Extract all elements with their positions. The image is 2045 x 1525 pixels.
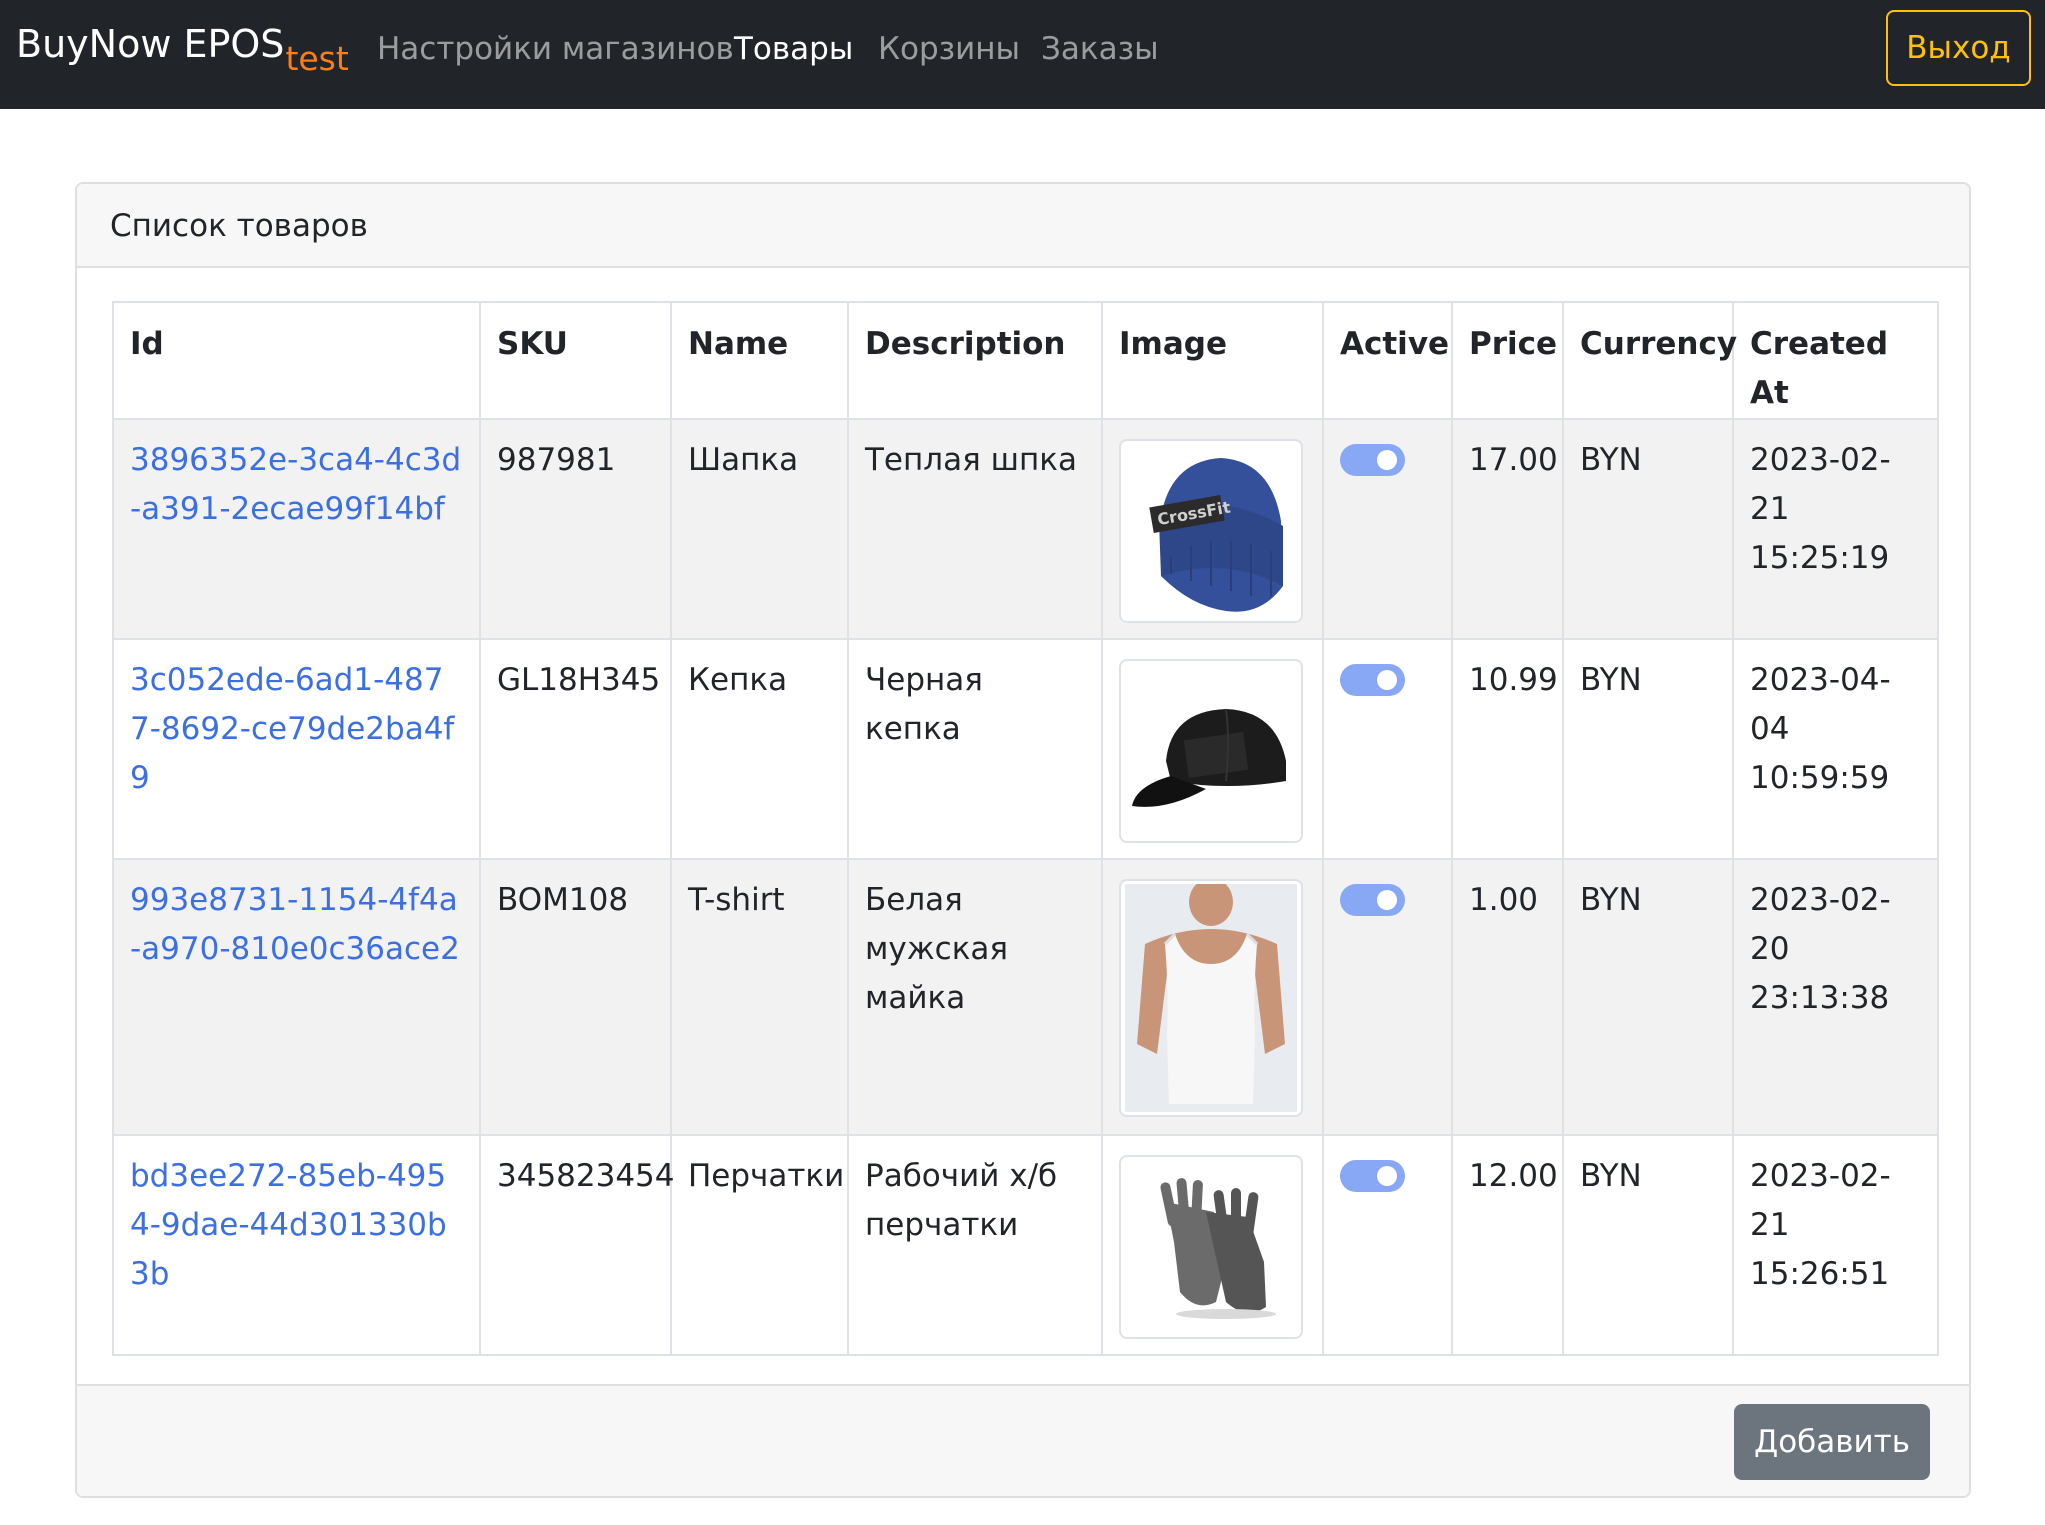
cell-created-at: 2023-02-21 15:25:19 — [1732, 418, 1939, 640]
column-header-created-at: Created At — [1732, 301, 1939, 420]
table-header-row: Id SKU Name Description Image Active Pri… — [112, 301, 1939, 420]
brand-name: BuyNow EPOS — [16, 22, 285, 66]
black-cap-image — [1119, 659, 1303, 843]
cell-id: bd3ee272-85eb-4954-9dae-44d301330b3b — [112, 1134, 481, 1356]
nav-link-carts[interactable]: Корзины — [878, 31, 1020, 67]
logout-button[interactable]: Выход — [1886, 10, 2031, 86]
cell-currency: BYN — [1562, 858, 1734, 1136]
cell-name: Кепка — [670, 638, 849, 860]
cell-active — [1322, 1134, 1453, 1356]
blue-beanie-image: CrossFit — [1119, 439, 1303, 623]
column-header-id: Id — [112, 301, 481, 420]
active-toggle[interactable] — [1340, 1160, 1405, 1192]
cell-sku: 987981 — [479, 418, 672, 640]
cell-created-at: 2023-02-20 23:13:38 — [1732, 858, 1939, 1136]
cell-name: T-shirt — [670, 858, 849, 1136]
card-header: Список товаров — [77, 184, 1969, 268]
products-table: Id SKU Name Description Image Active Pri… — [112, 301, 1939, 1356]
white-tank-top-image — [1119, 879, 1303, 1117]
cell-description: Теплая шпка — [847, 418, 1103, 640]
brand-logo[interactable]: BuyNow EPOStest — [16, 22, 349, 78]
nav-link-products[interactable]: Товары — [734, 31, 853, 67]
cell-currency: BYN — [1562, 418, 1734, 640]
active-toggle[interactable] — [1340, 884, 1405, 916]
product-id-link[interactable]: 993e8731-1154-4f4a-a970-810e0c36ace2 — [130, 876, 463, 974]
cell-name: Шапка — [670, 418, 849, 640]
cell-name: Перчатки — [670, 1134, 849, 1356]
cell-id: 3896352e-3ca4-4c3d-a391-2ecae99f14bf — [112, 418, 481, 640]
cell-active — [1322, 638, 1453, 860]
cell-created-at: 2023-02-21 15:26:51 — [1732, 1134, 1939, 1356]
active-toggle[interactable] — [1340, 444, 1405, 476]
cell-price: 12.00 — [1451, 1134, 1564, 1356]
cell-image — [1101, 638, 1324, 860]
cell-price: 10.99 — [1451, 638, 1564, 860]
column-header-sku: SKU — [479, 301, 672, 420]
brand-environment: test — [285, 39, 349, 78]
active-toggle[interactable] — [1340, 664, 1405, 696]
product-id-link[interactable]: bd3ee272-85eb-4954-9dae-44d301330b3b — [130, 1152, 463, 1299]
table-row: 3c052ede-6ad1-4877-8692-ce79de2ba4f9 GL1… — [112, 638, 1939, 860]
cell-id: 3c052ede-6ad1-4877-8692-ce79de2ba4f9 — [112, 638, 481, 860]
cell-created-at: 2023-04-04 10:59:59 — [1732, 638, 1939, 860]
product-id-link[interactable]: 3c052ede-6ad1-4877-8692-ce79de2ba4f9 — [130, 656, 463, 803]
products-card: Список товаров Id SKU Name Description I… — [75, 182, 1971, 1498]
table-row: 3896352e-3ca4-4c3d-a391-2ecae99f14bf 987… — [112, 418, 1939, 640]
nav-link-orders[interactable]: Заказы — [1041, 31, 1159, 67]
cell-id: 993e8731-1154-4f4a-a970-810e0c36ace2 — [112, 858, 481, 1136]
cell-description: Черная кепка — [847, 638, 1103, 860]
cell-sku: 345823454 — [479, 1134, 675, 1356]
cell-image — [1101, 1134, 1324, 1356]
work-gloves-image — [1119, 1155, 1303, 1339]
cell-active — [1322, 418, 1453, 640]
table-row: 993e8731-1154-4f4a-a970-810e0c36ace2 BOM… — [112, 858, 1939, 1136]
cell-image: CrossFit — [1101, 418, 1324, 640]
cell-description: Рабочий х/б перчатки — [847, 1134, 1103, 1356]
navbar: BuyNow EPOStest Настройки магазинов Това… — [0, 0, 2045, 109]
product-id-link[interactable]: 3896352e-3ca4-4c3d-a391-2ecae99f14bf — [130, 436, 463, 534]
cell-currency: BYN — [1562, 638, 1734, 860]
cell-price: 1.00 — [1451, 858, 1564, 1136]
card-footer: Добавить — [77, 1384, 1969, 1496]
cell-currency: BYN — [1562, 1134, 1734, 1356]
cell-active — [1322, 858, 1453, 1136]
cell-image — [1101, 858, 1324, 1136]
column-header-active: Active — [1322, 301, 1453, 420]
column-header-image: Image — [1101, 301, 1324, 420]
nav-link-store-settings[interactable]: Настройки магазинов — [377, 31, 734, 67]
add-product-button[interactable]: Добавить — [1734, 1404, 1930, 1480]
column-header-name: Name — [670, 301, 849, 420]
cell-sku: BOM108 — [479, 858, 672, 1136]
column-header-description: Description — [847, 301, 1103, 420]
column-header-currency: Currency — [1562, 301, 1737, 420]
column-header-price: Price — [1451, 301, 1564, 420]
cell-sku: GL18H345 — [479, 638, 672, 860]
cell-price: 17.00 — [1451, 418, 1564, 640]
table-row: bd3ee272-85eb-4954-9dae-44d301330b3b 345… — [112, 1134, 1939, 1356]
cell-description: Белая мужская майка — [847, 858, 1103, 1136]
card-title: Список товаров — [110, 208, 368, 244]
